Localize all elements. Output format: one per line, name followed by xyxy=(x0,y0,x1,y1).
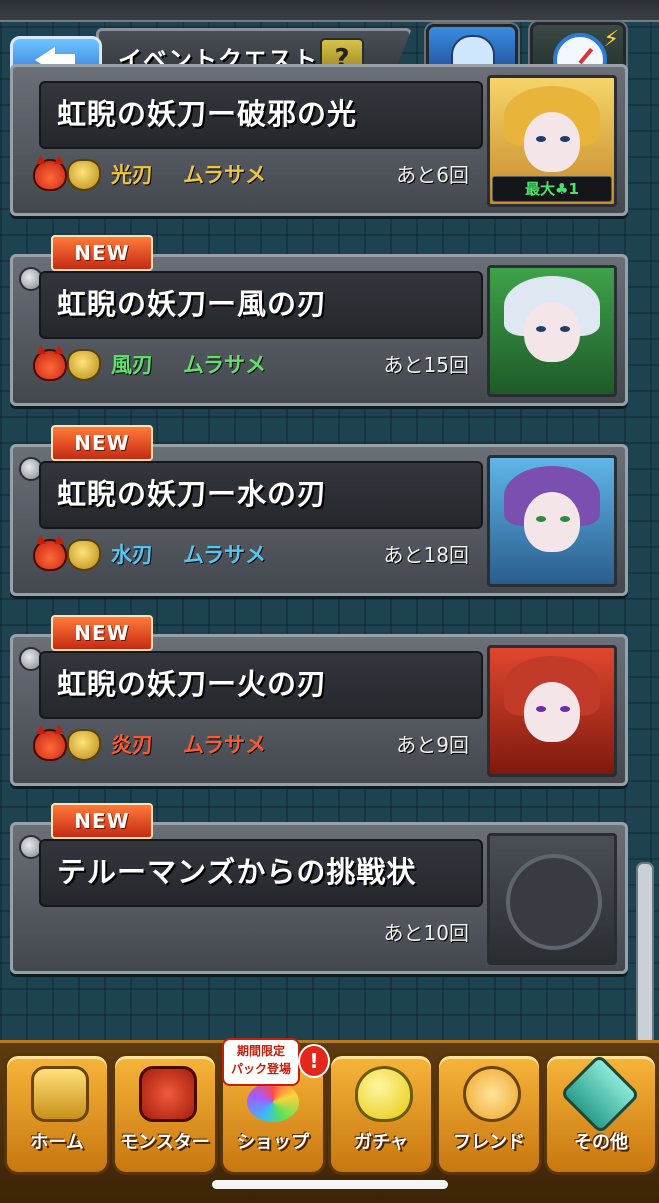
quest-card[interactable]: 虹睨の妖刀ー破邪の光 光刃 ムラサメ あと6回 最大♣1 xyxy=(10,64,628,216)
monster-portrait: 最大♣1 xyxy=(487,75,617,207)
nav-tab-monster[interactable]: モンスター xyxy=(112,1053,218,1175)
quest-name: 虹睨の妖刀ー水の刃 xyxy=(57,477,328,511)
dragon-seal-icon xyxy=(506,854,602,950)
quest-name: 虹睨の妖刀ー火の刃 xyxy=(57,667,328,701)
gacha-egg-icon xyxy=(355,1066,413,1122)
quest-card[interactable]: NEW テルーマンズからの挑戦状 あと10回 xyxy=(10,803,628,974)
max-badge: 最大♣1 xyxy=(492,176,612,202)
nav-tab-home[interactable]: ホーム xyxy=(4,1053,110,1175)
quest-card[interactable]: NEW 虹睨の妖刀ー風の刃 風刃 ムラサメ あと15回 xyxy=(10,235,628,406)
limited-badge-line1: 期間限定 xyxy=(236,1044,285,1058)
nav-label: その他 xyxy=(574,1132,628,1153)
quest-card[interactable]: NEW 虹睨の妖刀ー火の刃 炎刃 ムラサメ あと9回 xyxy=(10,615,628,786)
monster-element: 水刃 xyxy=(111,543,153,567)
nav-label: ショップ xyxy=(237,1132,309,1153)
monster-element: 炎刃 xyxy=(111,733,153,757)
monster-name: ムラサメ xyxy=(183,353,266,377)
remaining-count: あと9回 xyxy=(396,733,469,757)
monster-portrait xyxy=(487,455,617,587)
nav-tab-gacha[interactable]: ガチャ xyxy=(328,1053,434,1175)
remaining-count: あと6回 xyxy=(396,163,469,187)
limited-badge-line2: パック登場 xyxy=(230,1062,291,1076)
monster-name: ムラサメ xyxy=(183,733,266,757)
scrollbar-thumb[interactable] xyxy=(636,862,654,1046)
quest-name: 虹睨の妖刀ー風の刃 xyxy=(57,287,328,321)
remaining-count: あと18回 xyxy=(383,543,469,567)
monster-name: ムラサメ xyxy=(183,163,266,187)
locked-portrait xyxy=(487,833,617,965)
new-badge: NEW xyxy=(51,235,153,271)
home-indicator[interactable] xyxy=(212,1180,448,1189)
remaining-count: あと15回 xyxy=(383,353,469,377)
nav-tab-other[interactable]: その他 xyxy=(544,1053,658,1175)
new-badge: NEW xyxy=(51,803,153,839)
dragon-icon xyxy=(139,1066,197,1122)
monster-element: 光刃 xyxy=(111,163,153,187)
quest-name: 虹睨の妖刀ー破邪の光 xyxy=(57,97,358,131)
alert-icon: ! xyxy=(298,1044,330,1078)
rainbow-orb-icon xyxy=(247,1082,299,1122)
monster-name: ムラサメ xyxy=(183,543,266,567)
monster-portrait xyxy=(487,645,617,777)
other-menu-icon xyxy=(559,1053,641,1135)
quest-name: テルーマンズからの挑戦状 xyxy=(57,855,417,889)
new-badge: NEW xyxy=(51,615,153,651)
devil-icon xyxy=(33,345,67,381)
new-badge: NEW xyxy=(51,425,153,461)
nav-label: モンスター xyxy=(120,1132,210,1153)
devil-icon xyxy=(33,725,67,761)
monster-element: 風刃 xyxy=(111,353,153,377)
devil-icon xyxy=(33,155,67,191)
treasure-pot-icon xyxy=(67,539,101,571)
home-gate-icon xyxy=(31,1066,89,1122)
limited-pack-badge: 期間限定 パック登場 xyxy=(222,1038,300,1086)
remaining-count: あと10回 xyxy=(383,921,469,945)
nav-label: フレンド xyxy=(453,1132,525,1153)
friends-balloon-icon xyxy=(463,1066,521,1122)
quest-card[interactable]: NEW 虹睨の妖刀ー水の刃 水刃 ムラサメ あと18回 xyxy=(10,425,628,596)
lightning-icon: ⚡ xyxy=(603,27,619,52)
nav-label: ホーム xyxy=(30,1132,84,1153)
treasure-pot-icon xyxy=(67,729,101,761)
nav-tab-friend[interactable]: フレンド xyxy=(436,1053,542,1175)
nav-label: ガチャ xyxy=(354,1132,408,1153)
devil-icon xyxy=(33,535,67,571)
monster-portrait xyxy=(487,265,617,397)
treasure-pot-icon xyxy=(67,159,101,191)
treasure-pot-icon xyxy=(67,349,101,381)
